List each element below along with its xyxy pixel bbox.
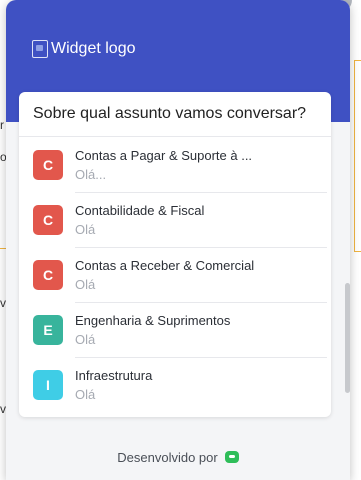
topic-preview: Olá (75, 332, 96, 347)
topic-preview: Olá (75, 277, 96, 292)
topic-text: Contas a Pagar & Suporte à ... Olá... (75, 137, 327, 193)
topic-text: Engenharia & Suprimentos Olá (75, 302, 327, 358)
topic-text: Contabilidade & Fiscal Olá (75, 192, 327, 248)
topic-item[interactable]: C Contas a Receber & Comercial Olá (19, 247, 331, 303)
topic-text: Contas a Receber & Comercial Olá (75, 247, 327, 303)
topic-card: Sobre qual assunto vamos conversar? C Co… (19, 92, 331, 417)
topic-preview: Olá (75, 387, 96, 402)
topic-name: Infraestrutura (75, 368, 153, 383)
widget-footer: Desenvolvido por (6, 434, 350, 480)
chat-brand-icon[interactable] (224, 451, 239, 463)
logo-alt-text: Widget logo (51, 40, 136, 57)
topic-avatar: I (33, 369, 63, 400)
scrollbar[interactable] (345, 283, 350, 393)
topic-name: Contas a Pagar & Suporte à ... (75, 148, 253, 163)
topic-avatar: C (33, 259, 63, 290)
topic-name: Contabilidade & Fiscal (75, 203, 205, 218)
topic-avatar: C (33, 204, 63, 235)
background-panel (354, 60, 361, 252)
topic-text: Infraestrutura Olá (75, 357, 327, 412)
widget-logo: Widget logo (32, 40, 136, 58)
topic-name: Contas a Receber & Comercial (75, 258, 255, 273)
topic-item[interactable]: I Infraestrutura Olá (19, 357, 331, 412)
broken-image-icon (32, 40, 48, 58)
topic-avatar: C (33, 149, 63, 180)
topic-name: Engenharia & Suprimentos (75, 313, 231, 328)
topic-item[interactable]: C Contabilidade & Fiscal Olá (19, 192, 331, 248)
topic-preview: Olá... (75, 167, 107, 182)
topic-avatar: E (33, 314, 63, 345)
topic-item[interactable]: C Contas a Pagar & Suporte à ... Olá... (19, 137, 331, 193)
topic-title: Sobre qual assunto vamos conversar? (19, 92, 331, 137)
topic-preview: Olá (75, 222, 96, 237)
chat-widget: Widget logo Sobre qual assunto vamos con… (6, 0, 350, 480)
topic-item[interactable]: E Engenharia & Suprimentos Olá (19, 302, 331, 358)
footer-label: Desenvolvido por (117, 449, 218, 465)
